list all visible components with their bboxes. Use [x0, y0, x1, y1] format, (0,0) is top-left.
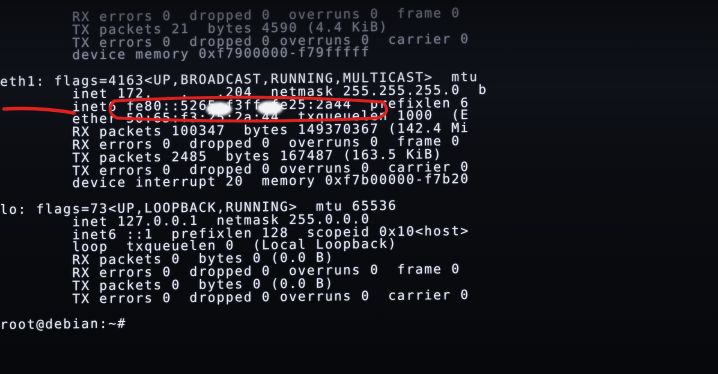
redaction-smudge	[257, 101, 283, 115]
redaction-smudge	[206, 102, 232, 116]
inet-highlight-box	[108, 95, 389, 123]
eth1-underline-mark	[2, 106, 76, 115]
photo-of-monitor: RX errors 0 dropped 0 overruns 0 frame 0…	[0, 0, 718, 374]
red-marker-annotations	[2, 95, 389, 123]
